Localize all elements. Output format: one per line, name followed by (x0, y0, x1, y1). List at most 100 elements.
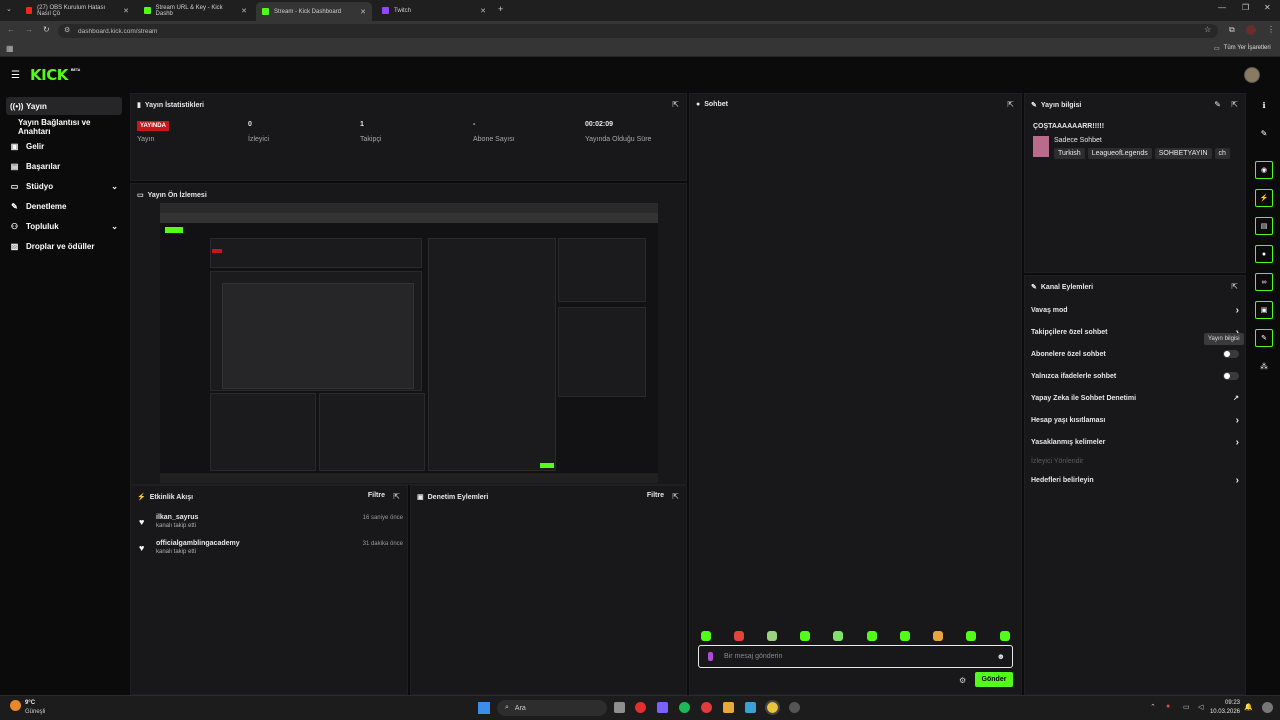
send-button[interactable]: Gönder (975, 672, 1013, 687)
app-icon[interactable] (745, 702, 756, 713)
browser-menu-icon[interactable]: ⋮ (1267, 25, 1275, 34)
browser-tab-1[interactable]: Stream URL & Key - Kick Dashb ✕ (138, 3, 253, 18)
hamburger-menu-icon[interactable]: ☰ (11, 70, 20, 81)
emote-icon[interactable] (1000, 631, 1010, 641)
taskbar-search[interactable]: ⌕ Ara (497, 700, 607, 716)
pencil-icon[interactable]: ✎ (1255, 124, 1273, 142)
file-explorer-icon[interactable] (723, 702, 734, 713)
link-icon[interactable]: ∞ (1255, 273, 1273, 291)
app-icon[interactable] (701, 702, 712, 713)
info-icon[interactable]: ℹ (1255, 96, 1273, 114)
network-icon[interactable]: ▭ (1183, 703, 1190, 711)
spotify-icon[interactable] (679, 702, 690, 713)
popout-icon[interactable]: ⇱ (672, 492, 679, 501)
emote-icon[interactable] (867, 631, 877, 641)
youtube-icon (26, 7, 33, 14)
toggle-switch[interactable] (1223, 350, 1239, 358)
tab-search-icon[interactable]: ⌄ (6, 5, 12, 13)
bolt-icon[interactable]: ⚡ (1255, 189, 1273, 207)
popout-icon[interactable]: ⇱ (1231, 282, 1238, 291)
camera-icon[interactable]: ◉ (1255, 161, 1273, 179)
new-tab-button[interactable]: + (498, 4, 503, 14)
emote-icon[interactable] (833, 631, 843, 641)
opera-icon[interactable] (635, 702, 646, 713)
sidebar-item-revenue[interactable]: ▣ Gelir (6, 137, 122, 155)
wrench-icon[interactable]: ✎ (1255, 329, 1273, 347)
sidebar-item-stream[interactable]: ((•)) Yayın (6, 97, 122, 115)
popout-icon[interactable]: ⇱ (672, 100, 679, 109)
mic-icon[interactable]: ● (1166, 703, 1170, 710)
emote-icon[interactable] (933, 631, 943, 641)
action-slow-mode[interactable]: Vavaş mod › (1031, 303, 1239, 317)
site-info-icon[interactable]: ⚙ (64, 26, 70, 34)
shield-icon[interactable]: ▣ (1255, 301, 1273, 319)
minimize-button[interactable]: — (1218, 3, 1226, 12)
user-avatar[interactable] (1244, 67, 1260, 83)
task-view-icon[interactable] (614, 702, 625, 713)
extensions-icon[interactable]: ⧉ (1229, 25, 1235, 35)
emote-icon[interactable] (900, 631, 910, 641)
chat-settings-icon[interactable]: ⚙ (959, 676, 966, 685)
forward-icon[interactable]: → (25, 25, 33, 34)
emote-icon[interactable] (966, 631, 976, 641)
maximize-button[interactable]: ❐ (1242, 3, 1249, 12)
toggle-switch[interactable] (1223, 372, 1239, 380)
clock-time[interactable]: 09:23 (1222, 700, 1240, 706)
share-icon[interactable]: ⁂ (1255, 357, 1273, 375)
weather-temp[interactable]: 9°C (25, 700, 35, 706)
sidebar-item-community[interactable]: ⚇ Topluluk ⌄ (6, 217, 122, 235)
browser-tab-0[interactable]: (27) OBS Kurulum Hatası Nasıl Çö ✕ (20, 3, 135, 18)
stream-preview-video[interactable] (160, 203, 658, 483)
apps-grid-icon[interactable]: ▦ (6, 44, 14, 53)
action-subscribers-only[interactable]: Abonelere özel sohbet (1031, 347, 1239, 361)
list-item: ♥ officialgamblingacademy kanalı takip e… (139, 540, 403, 555)
emoji-icon[interactable]: ☻ (997, 652, 1005, 661)
browser-tab-3[interactable]: Twitch ✕ (376, 3, 492, 18)
action-ai-moderation[interactable]: Yapay Zeka ile Sohbet Denetimi ↗ (1031, 391, 1239, 405)
emote-icon[interactable] (734, 631, 744, 641)
notification-icon[interactable]: 🔔 (1244, 703, 1253, 711)
close-icon[interactable]: ✕ (241, 7, 247, 15)
tray-chevron-icon[interactable]: ⌃ (1150, 703, 1156, 711)
emote-icon[interactable] (701, 631, 711, 641)
sidebar-item-studio[interactable]: ▭ Stüdyo ⌄ (6, 177, 122, 195)
sidebar-item-achievements[interactable]: ▤ Başarılar (6, 157, 122, 175)
close-icon[interactable]: ✕ (360, 8, 366, 16)
close-icon[interactable]: ✕ (480, 7, 486, 15)
obs-icon[interactable] (789, 702, 800, 713)
bookmark-star-icon[interactable]: ☆ (1204, 25, 1211, 34)
back-icon[interactable]: ← (7, 25, 15, 34)
popout-icon[interactable]: ⇱ (1231, 100, 1238, 109)
sidebar-item-moderation[interactable]: ✎ Denetleme (6, 197, 122, 215)
chat-message-input[interactable]: Bir mesaj gönderin ☻ (698, 645, 1013, 668)
chrome-icon[interactable] (765, 700, 780, 715)
document-icon[interactable]: ▤ (1255, 217, 1273, 235)
start-icon[interactable] (478, 702, 490, 714)
close-icon[interactable]: ✕ (123, 7, 129, 15)
emote-icon[interactable] (767, 631, 777, 641)
action-account-age[interactable]: Hesap yaşı kısıtlaması › (1031, 413, 1239, 427)
action-emotes-only[interactable]: Yalnızca ifadelerle sohbet (1031, 369, 1239, 383)
action-banned-words[interactable]: Yasaklanmış kelimeler › (1031, 435, 1239, 449)
emote-icon[interactable] (800, 631, 810, 641)
filter-button[interactable]: Filtre (368, 492, 385, 499)
profile-avatar[interactable] (1246, 25, 1256, 35)
popout-icon[interactable]: ⇱ (393, 492, 400, 501)
volume-icon[interactable]: ◁ (1198, 703, 1203, 711)
sidebar-item-stream-key[interactable]: Yayın Bağlantısı ve Anahtarı (6, 118, 122, 136)
popout-icon[interactable]: ⇱ (1007, 100, 1014, 109)
action-set-goals[interactable]: Hedefleri belirleyin › (1031, 473, 1239, 487)
all-bookmarks-button[interactable]: ▭ Tüm Yer İşaretleri (1214, 45, 1271, 52)
kick-logo[interactable]: KICK (30, 66, 68, 84)
copilot-icon[interactable] (1262, 702, 1273, 713)
app-icon[interactable] (657, 702, 668, 713)
mic-icon[interactable] (708, 652, 713, 661)
edit-icon[interactable]: ✎ (1214, 100, 1221, 109)
browser-tab-2[interactable]: Stream - Kick Dashboard ✕ (256, 2, 372, 21)
chat-bubble-icon[interactable]: ● (1255, 245, 1273, 263)
filter-button[interactable]: Filtre (647, 492, 664, 499)
reload-icon[interactable]: ↻ (43, 25, 50, 34)
window-close-button[interactable]: ✕ (1264, 3, 1271, 12)
sidebar-item-drops[interactable]: ▨ Droplar ve ödüller (6, 237, 122, 255)
address-bar[interactable]: dashboard.kick.com/stream (58, 24, 1218, 38)
